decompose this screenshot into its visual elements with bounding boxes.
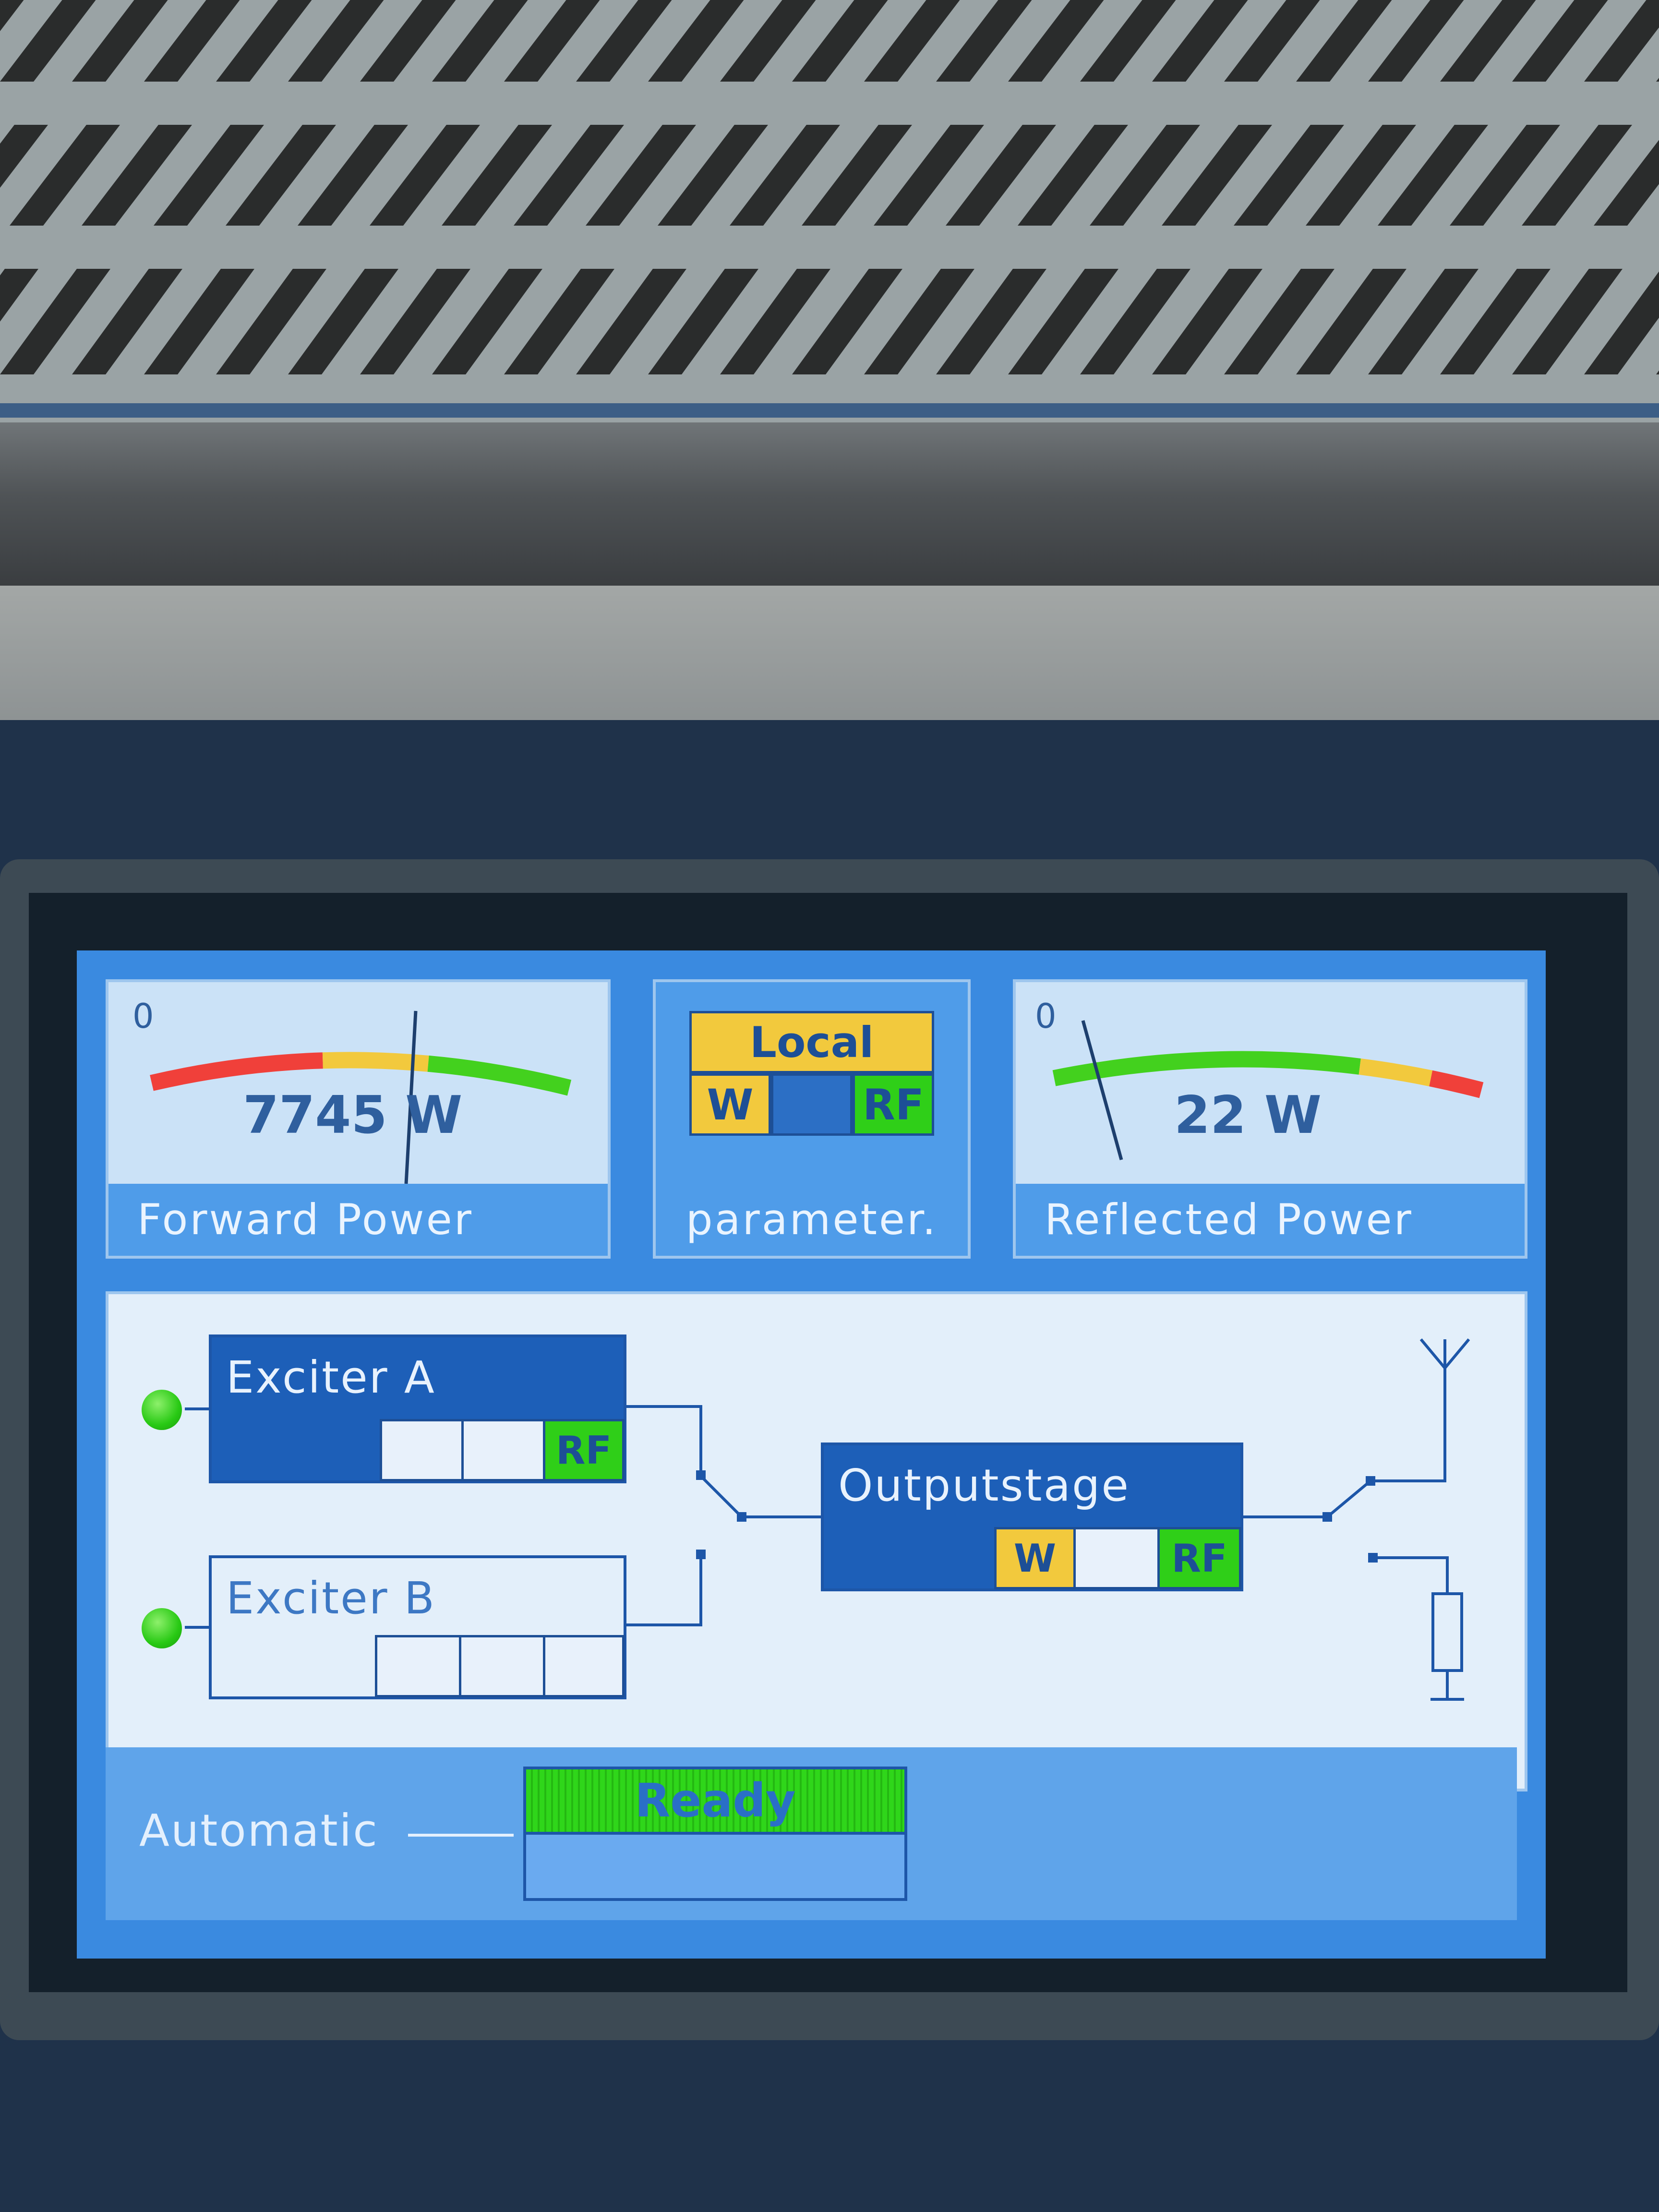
exciter-a-block[interactable]: Exciter A RF [209,1334,626,1483]
exciter-b-label: Exciter B [226,1573,436,1624]
ready-status: Ready [526,1769,904,1835]
exciter-a-cell-2 [461,1419,545,1481]
exciter-a-cell-1 [380,1419,464,1481]
outputstage-w: W [994,1527,1076,1589]
exciter-b-cell-2 [459,1635,545,1697]
outputstage-label: Outputstage [838,1460,1130,1511]
automatic-label: Automatic [139,1805,379,1856]
exciter-b-led[interactable] [142,1608,182,1648]
exciter-a-label: Exciter A [226,1352,436,1403]
ready-status-box[interactable]: Ready [523,1767,907,1901]
automatic-connector [408,1834,514,1837]
exciter-b-block[interactable]: Exciter B [209,1555,626,1699]
exciter-a-rf: RF [543,1419,625,1481]
exciter-a-led[interactable] [142,1390,182,1430]
outputstage-rf: RF [1157,1527,1241,1589]
exciter-b-cell-3 [543,1635,625,1697]
outputstage-block[interactable]: Outputstage W RF [821,1443,1243,1591]
outputstage-cell [1073,1527,1160,1589]
exciter-b-cell-1 [375,1635,461,1697]
